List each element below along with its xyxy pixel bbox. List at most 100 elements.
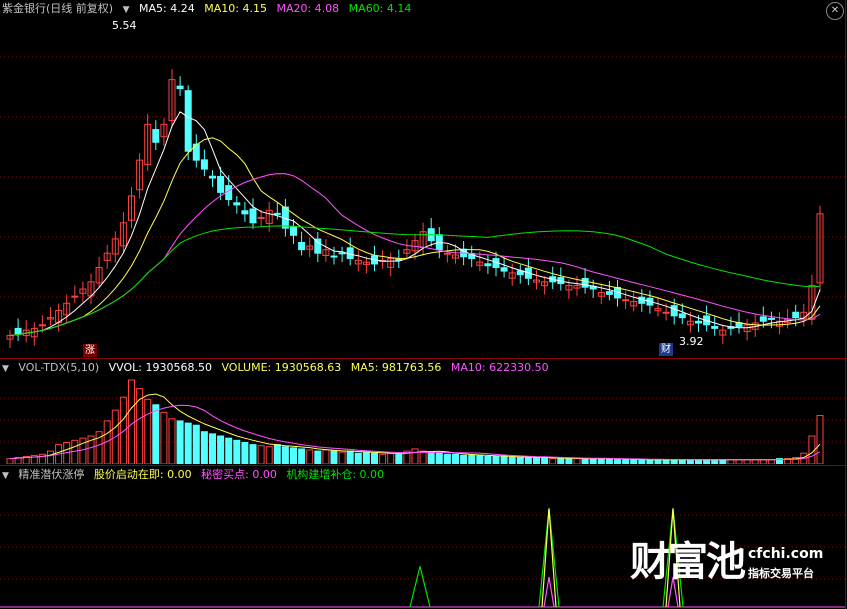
watermark-logo: 财富池 bbox=[630, 539, 746, 585]
volume-bar bbox=[743, 459, 751, 464]
right-border bbox=[845, 0, 846, 609]
volume-bar bbox=[654, 459, 662, 464]
volume-bar bbox=[662, 459, 670, 464]
indicator-line3: 机构建增补仓: 0.00 bbox=[286, 468, 385, 481]
candle-body bbox=[257, 216, 265, 219]
indicator-name[interactable]: 精准潜伏涨停 bbox=[18, 468, 84, 481]
indicator-spike-green bbox=[538, 508, 560, 608]
candle-body bbox=[678, 313, 686, 319]
volume-bar bbox=[233, 439, 241, 464]
volume-bar bbox=[314, 450, 322, 464]
candle-body bbox=[38, 324, 46, 327]
price-chart[interactable] bbox=[0, 17, 845, 357]
volume-bar bbox=[727, 459, 735, 464]
volume-bar bbox=[298, 448, 306, 464]
candle-body bbox=[314, 238, 322, 254]
volume-bar bbox=[387, 452, 395, 464]
volume-bar bbox=[589, 458, 597, 464]
volume-bar bbox=[686, 459, 694, 464]
volume-bar bbox=[630, 459, 638, 464]
vol-ma5-readout: MA5: 981763.56 bbox=[350, 361, 442, 374]
volume-bar bbox=[614, 459, 621, 464]
high-label: 5.54 bbox=[112, 19, 137, 32]
candle-body bbox=[443, 252, 451, 255]
vvol-readout: VVOL: 1930568.50 bbox=[108, 361, 212, 374]
ma5-readout: MA5: 4.24 bbox=[139, 2, 195, 15]
candle-body bbox=[622, 299, 630, 302]
stock-title[interactable]: 紫金银行(日线 前复权) bbox=[2, 2, 113, 15]
volume-chart[interactable] bbox=[0, 376, 845, 464]
volume-bar bbox=[524, 457, 532, 464]
candle-body bbox=[662, 311, 670, 314]
cai-badge[interactable]: 财 bbox=[659, 343, 673, 356]
volume-bar bbox=[484, 455, 492, 464]
volume-bar bbox=[435, 452, 443, 464]
volume-bar bbox=[160, 411, 168, 464]
volume-bar bbox=[119, 396, 127, 464]
candle-body bbox=[759, 316, 767, 322]
volume-bar bbox=[281, 446, 289, 464]
candle-body bbox=[176, 85, 184, 90]
volume-bar bbox=[443, 453, 451, 464]
zhang-badge[interactable]: 涨 bbox=[83, 344, 97, 357]
candle-body bbox=[249, 208, 257, 224]
volume-bar bbox=[128, 379, 135, 464]
volume-header: ▼ VOL-TDX(5,10) VVOL: 1930568.50 VOLUME:… bbox=[2, 359, 555, 376]
volume-bar bbox=[565, 458, 573, 464]
volume-bar bbox=[290, 447, 297, 464]
candle-body bbox=[233, 202, 241, 206]
candle-body bbox=[298, 241, 306, 251]
candle-body bbox=[273, 212, 281, 215]
indicator-spike-green bbox=[409, 566, 431, 608]
volume-bar bbox=[468, 454, 476, 464]
candle-body bbox=[200, 159, 208, 170]
volume-bar bbox=[476, 454, 484, 464]
volume-bar bbox=[751, 459, 759, 464]
volume-bar bbox=[47, 450, 54, 464]
candle-body bbox=[290, 226, 297, 236]
indicator-spike-magenta bbox=[543, 576, 555, 608]
volume-bar bbox=[622, 459, 630, 464]
volume-bar bbox=[176, 420, 184, 464]
volume-bar bbox=[816, 415, 824, 464]
candle-body bbox=[152, 129, 160, 143]
candle-body bbox=[209, 175, 216, 179]
candle-body bbox=[484, 263, 492, 267]
volume-bar bbox=[241, 441, 249, 464]
volume-bar bbox=[200, 431, 208, 464]
candle-body bbox=[184, 90, 192, 152]
watermark-site: cfchi.com bbox=[748, 546, 824, 562]
volume-bar bbox=[152, 404, 160, 464]
volume-bar bbox=[322, 449, 330, 464]
candle-body bbox=[217, 176, 225, 193]
ma60-readout: MA60: 4.14 bbox=[348, 2, 412, 15]
volume-bar bbox=[371, 452, 378, 464]
vol-indicator-name[interactable]: VOL-TDX(5,10) bbox=[18, 361, 99, 374]
volume-bar bbox=[330, 450, 338, 464]
ma10-readout: MA10: 4.15 bbox=[204, 2, 267, 15]
volume-bar bbox=[581, 458, 589, 464]
ma20-readout: MA20: 4.08 bbox=[276, 2, 340, 15]
volume-bar bbox=[670, 459, 678, 464]
candle-body bbox=[670, 305, 678, 317]
volume-bar bbox=[735, 459, 743, 464]
volume-bar bbox=[249, 444, 257, 464]
volume-bar bbox=[638, 459, 646, 464]
volume-bar bbox=[427, 451, 435, 464]
volume-bar bbox=[379, 453, 387, 464]
indicator-line1: 股价启动在即: 0.00 bbox=[93, 468, 192, 481]
volume-bar bbox=[168, 418, 176, 464]
volume-bar bbox=[346, 450, 354, 464]
volume-bar bbox=[759, 459, 767, 464]
volume-bar bbox=[500, 455, 508, 464]
volume-bar bbox=[217, 435, 225, 464]
volume-bar bbox=[265, 446, 273, 464]
volume-bar bbox=[257, 445, 265, 464]
vol-ma10-readout: MA10: 622330.50 bbox=[450, 361, 549, 374]
volume-bar bbox=[678, 459, 686, 464]
volume-bar bbox=[6, 458, 14, 464]
volume-bar bbox=[144, 398, 152, 464]
candle-body bbox=[695, 320, 702, 324]
volume-bar bbox=[597, 458, 605, 464]
volume-bar bbox=[209, 433, 216, 464]
